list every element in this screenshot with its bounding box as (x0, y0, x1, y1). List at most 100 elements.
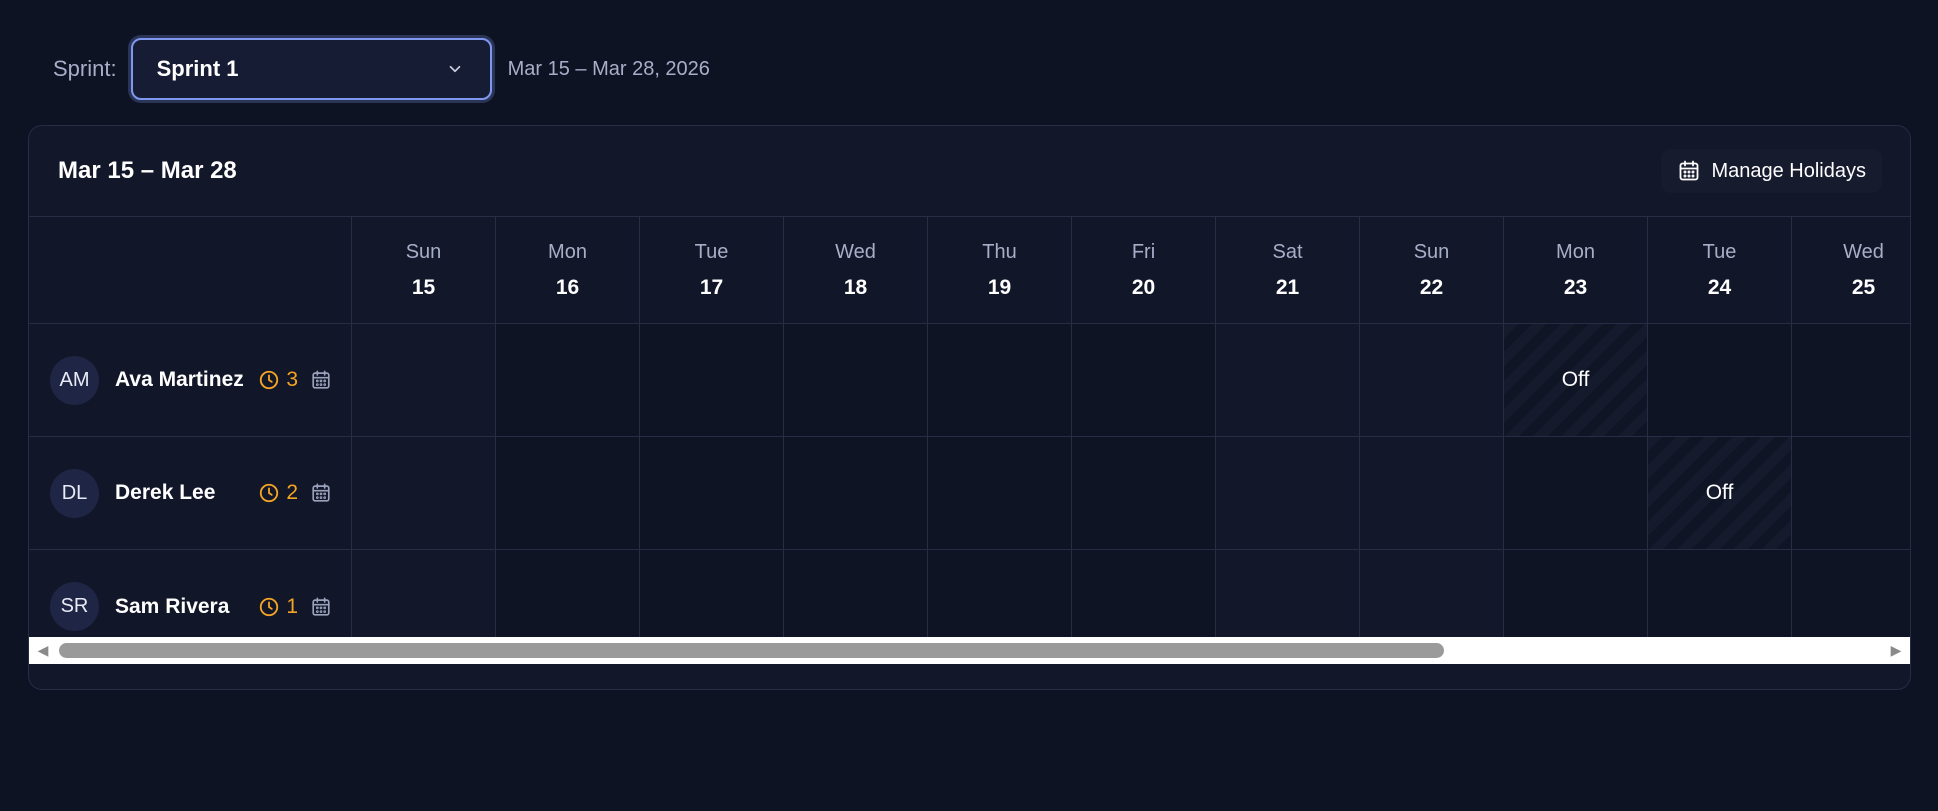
day-header: Thu 19 (928, 217, 1072, 324)
day-cell[interactable] (928, 437, 1072, 550)
avatar: DL (50, 468, 99, 518)
panel-title: Mar 15 – Mar 28 (58, 157, 237, 184)
person-meta: 2 (258, 481, 332, 505)
clock-icon (260, 597, 279, 616)
day-cell[interactable] (640, 437, 784, 550)
day-cell[interactable] (1648, 324, 1792, 437)
manage-holidays-button[interactable]: Manage Holidays (1661, 149, 1882, 193)
scroll-left-arrow[interactable]: ◀ (29, 637, 57, 664)
day-cell[interactable] (1792, 437, 1910, 550)
day-header: Sat 21 (1216, 217, 1360, 324)
person-meta: 3 (258, 368, 332, 392)
calendar-icon (1680, 160, 1699, 181)
sprint-label: Sprint: (53, 56, 117, 81)
day-number: 24 (1707, 275, 1732, 299)
day-number: 17 (699, 275, 724, 299)
day-header-row: Sun 15 Mon 16 Tue 17 Wed 18 Thu 19 Fri 20 Sat 21 Sun 22… (29, 217, 1910, 324)
scroll-thumb[interactable] (59, 643, 1444, 658)
panel-header: Mar 15 – Mar 28 Manage Holidays (29, 126, 1910, 217)
calendar-icon[interactable] (310, 482, 332, 504)
day-cell[interactable] (1504, 437, 1648, 550)
person-cell: AM Ava Martinez 3 (29, 324, 352, 437)
day-name: Thu (982, 240, 1017, 263)
day-number: 22 (1419, 275, 1444, 299)
day-number: 23 (1563, 275, 1588, 299)
scroll-right-arrow[interactable]: ▶ (1882, 637, 1910, 664)
day-name: Wed (1843, 240, 1884, 263)
day-cell[interactable] (1792, 324, 1910, 437)
day-number: 18 (843, 275, 868, 299)
day-cell[interactable] (1072, 324, 1216, 437)
sprint-select[interactable]: Sprint 1 (130, 38, 492, 100)
pending-count: 1 (286, 594, 298, 618)
off-label: Off (1561, 368, 1590, 391)
schedule-panel: Mar 15 – Mar 28 Manage Holidays Sun 15 Mon… (28, 125, 1911, 690)
day-cell[interactable] (928, 324, 1072, 437)
horizontal-scrollbar[interactable]: ◀ ▶ (29, 637, 1910, 664)
day-cell[interactable] (784, 437, 928, 550)
day-name: Mon (548, 240, 587, 263)
day-name: Sun (405, 240, 442, 263)
person-row: AM Ava Martinez 3 Off (29, 324, 1910, 437)
day-header: Tue 17 (640, 217, 784, 324)
day-header: Mon 23 (1504, 217, 1648, 324)
person-name: Ava Martinez (115, 368, 244, 391)
day-cell[interactable] (496, 437, 640, 550)
day-cell[interactable] (1360, 324, 1504, 437)
day-name: Tue (1702, 240, 1737, 263)
day-number: 19 (987, 275, 1012, 299)
day-header: Wed 18 (784, 217, 928, 324)
day-header: Wed 25 (1792, 217, 1910, 324)
day-number: 15 (411, 275, 436, 299)
sprint-select-value: Sprint 1 (156, 56, 239, 81)
chevron-down-icon (449, 65, 460, 73)
day-cell[interactable] (1216, 324, 1360, 437)
day-cell[interactable] (1072, 437, 1216, 550)
day-name: Tue (694, 240, 729, 263)
day-cell[interactable] (496, 324, 640, 437)
day-header: Fri 20 (1072, 217, 1216, 324)
day-cell[interactable] (352, 324, 496, 437)
off-label: Off (1705, 481, 1734, 504)
manage-holidays-label: Manage Holidays (1711, 159, 1866, 182)
day-cell-off[interactable]: Off (1504, 324, 1648, 437)
day-name: Sat (1272, 240, 1303, 263)
clock-icon (260, 483, 279, 503)
day-cell[interactable] (1360, 437, 1504, 550)
day-header: Mon 16 (496, 217, 640, 324)
person-name: Sam Rivera (115, 594, 230, 618)
day-name: Sun (1413, 240, 1450, 263)
avatar: SR (50, 582, 99, 631)
day-cell[interactable] (784, 324, 928, 437)
calendar-icon[interactable] (310, 369, 332, 391)
day-header: Sun 22 (1360, 217, 1504, 324)
day-header: Sun 15 (352, 217, 496, 324)
day-number: 25 (1851, 275, 1876, 299)
day-name: Fri (1131, 240, 1156, 263)
day-name: Mon (1556, 240, 1595, 263)
day-name: Wed (835, 240, 876, 263)
person-cell: DL Derek Lee 2 (29, 437, 352, 550)
day-cell[interactable] (352, 437, 496, 550)
day-header: Tue 24 (1648, 217, 1792, 324)
day-cell[interactable] (640, 324, 784, 437)
person-row: DL Derek Lee 2 Off (29, 437, 1910, 550)
pending-count: 2 (286, 481, 298, 504)
day-number: 16 (555, 275, 580, 299)
day-cell-off[interactable]: Off (1648, 437, 1792, 550)
avatar: AM (50, 355, 99, 405)
scroll-track[interactable] (57, 637, 1882, 664)
day-number: 21 (1275, 275, 1300, 299)
schedule-grid: Sun 15 Mon 16 Tue 17 Wed 18 Thu 19 Fri 20 Sat 21 Sun 22… (29, 217, 1910, 664)
person-meta: 1 (258, 595, 332, 619)
header-corner (29, 217, 352, 324)
schedule-grid-body: Sun 15 Mon 16 Tue 17 Wed 18 Thu 19 Fri 20 Sat 21 Sun 22… (29, 217, 1910, 664)
sprint-date-range: Mar 15 – Mar 28, 2026 (507, 57, 710, 80)
day-number: 20 (1131, 275, 1156, 299)
clock-icon (260, 370, 279, 390)
person-name: Derek Lee (115, 481, 216, 504)
day-cell[interactable] (1216, 437, 1360, 550)
pending-count: 3 (286, 368, 298, 391)
calendar-icon[interactable] (310, 596, 332, 618)
sprint-toolbar: Sprint: Sprint 1 Mar 15 – Mar 28, 2026 (53, 38, 710, 100)
